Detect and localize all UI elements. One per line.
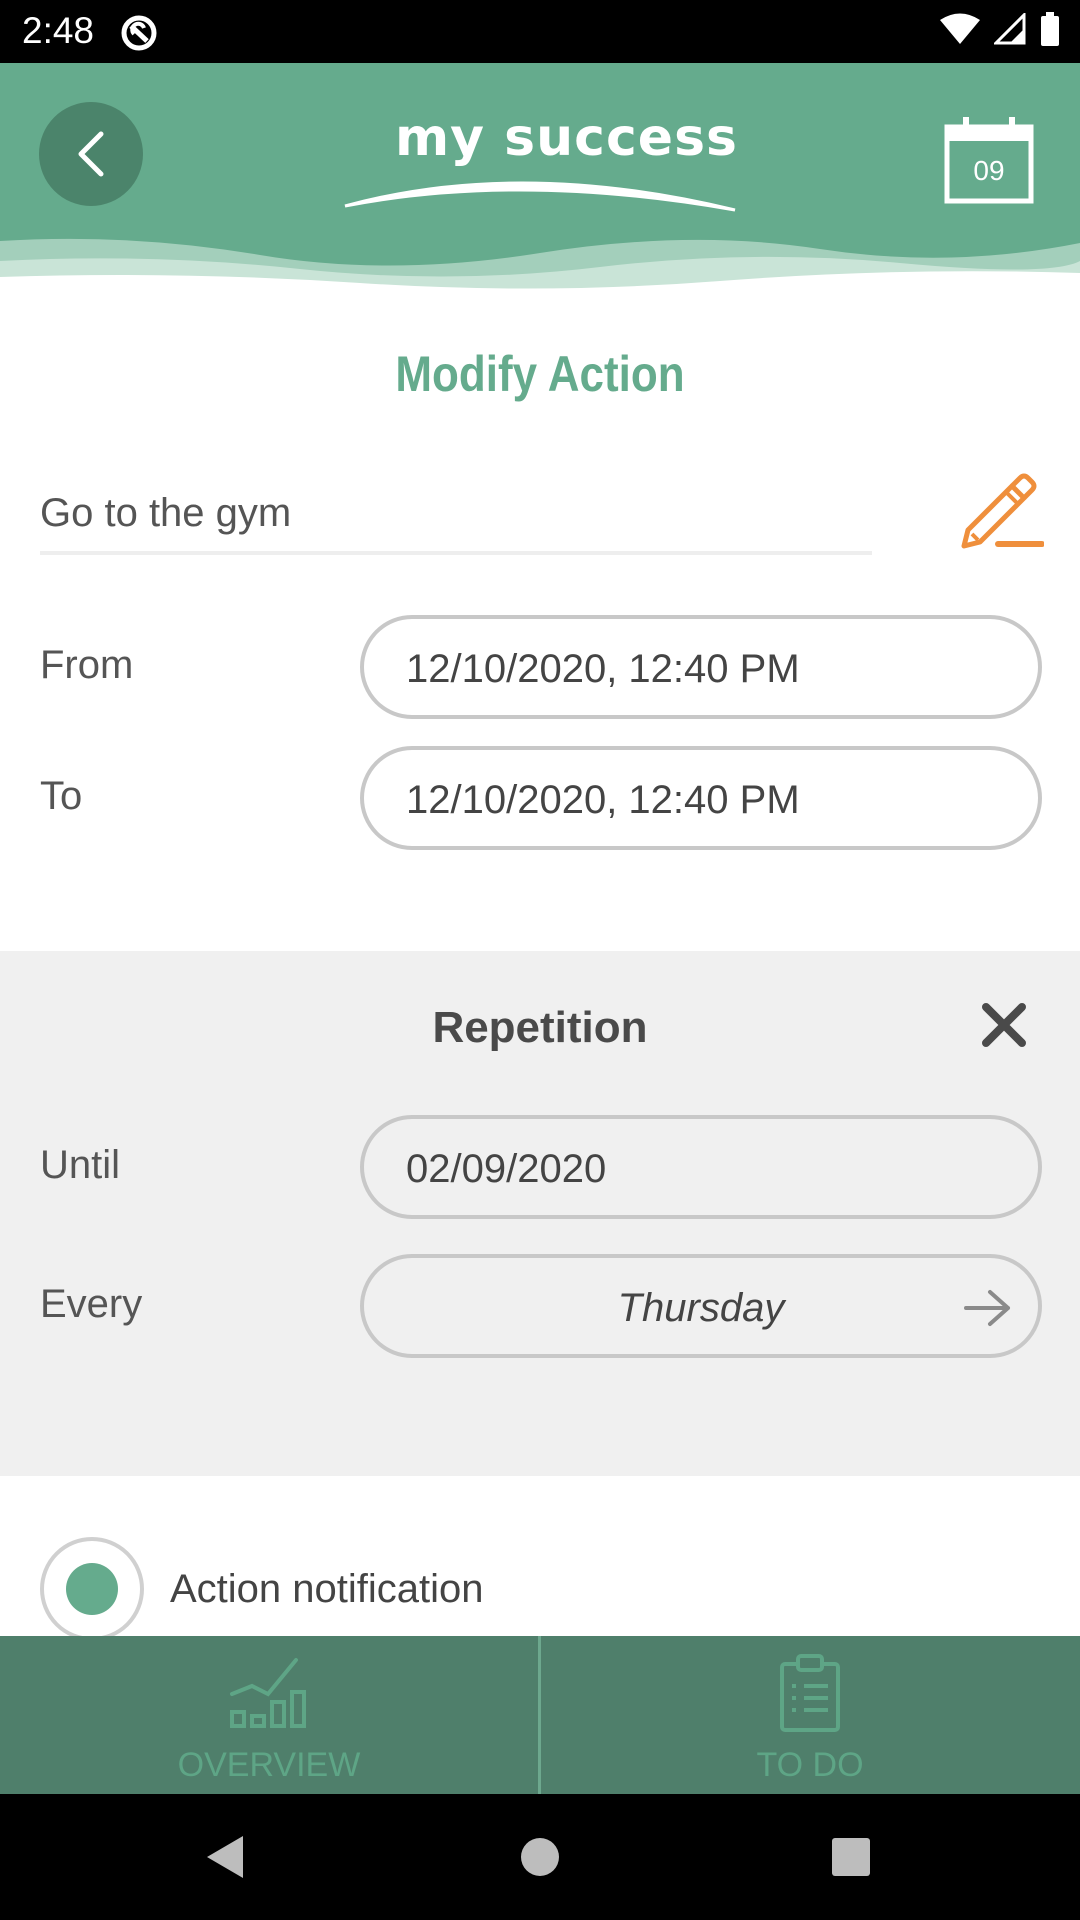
to-date-value: 12/10/2020, 12:40 PM bbox=[406, 778, 800, 822]
until-date-value: 02/09/2020 bbox=[406, 1147, 607, 1191]
tab-overview-label: OVERVIEW bbox=[177, 1746, 361, 1784]
every-label: Every bbox=[40, 1282, 143, 1326]
battery-icon bbox=[1041, 12, 1059, 46]
nav-back-icon[interactable] bbox=[205, 1834, 245, 1880]
page-title: Modify Action bbox=[395, 346, 685, 402]
tab-todo-label: TO DO bbox=[756, 1746, 864, 1784]
until-date-picker[interactable]: 02/09/2020 bbox=[360, 1115, 1042, 1219]
every-day-selector[interactable]: Thursday bbox=[360, 1254, 1042, 1358]
system-nav-bar bbox=[0, 1794, 1080, 1920]
from-label: From bbox=[40, 643, 134, 687]
repetition-panel: Repetition Until 02/09/2020 Every Thursd… bbox=[0, 951, 1080, 1476]
status-time: 2:48 bbox=[22, 10, 95, 51]
from-date-picker[interactable]: 12/10/2020, 12:40 PM bbox=[360, 615, 1042, 719]
until-label: Until bbox=[40, 1143, 121, 1187]
logo-swoosh bbox=[344, 181, 736, 212]
calendar-button[interactable]: 09 bbox=[943, 115, 1035, 205]
tab-todo[interactable]: TO DO bbox=[541, 1636, 1079, 1794]
repetition-title: Repetition bbox=[432, 1003, 648, 1052]
every-day-value: Thursday bbox=[617, 1286, 785, 1330]
tab-overview[interactable]: OVERVIEW bbox=[0, 1636, 538, 1794]
signal-icon bbox=[994, 13, 1026, 45]
nav-recents-icon[interactable] bbox=[830, 1834, 872, 1880]
header-wave-decoration bbox=[0, 238, 1080, 293]
action-name-value: Go to the gym bbox=[40, 491, 292, 535]
back-button[interactable] bbox=[39, 102, 143, 206]
wifi-icon bbox=[940, 13, 980, 44]
to-label: To bbox=[40, 774, 83, 818]
to-date-picker[interactable]: 12/10/2020, 12:40 PM bbox=[360, 746, 1042, 850]
close-icon[interactable] bbox=[980, 1001, 1028, 1049]
chart-icon bbox=[230, 1658, 306, 1728]
action-notification-radio[interactable] bbox=[40, 1537, 144, 1641]
action-notification-label: Action notification bbox=[170, 1567, 484, 1611]
status-bar: 2:48 bbox=[0, 0, 1080, 63]
from-date-value: 12/10/2020, 12:40 PM bbox=[406, 647, 800, 691]
clipboard-icon bbox=[780, 1654, 840, 1732]
calendar-day: 09 bbox=[973, 155, 1005, 186]
bottom-tab-bar: OVERVIEW TO DO bbox=[0, 1636, 1080, 1794]
radio-selected-dot bbox=[66, 1563, 118, 1615]
status-icons bbox=[940, 12, 1060, 46]
arrow-right-icon bbox=[964, 1290, 1010, 1326]
nav-home-icon[interactable] bbox=[520, 1834, 560, 1880]
chevron-left-icon bbox=[78, 131, 104, 177]
action-name-field[interactable]: Go to the gym bbox=[40, 485, 872, 555]
app-notification-icon bbox=[121, 15, 157, 51]
app-logo: my success bbox=[340, 108, 740, 218]
app-header: my success 09 bbox=[0, 63, 1080, 293]
pencil-icon[interactable] bbox=[958, 468, 1044, 550]
